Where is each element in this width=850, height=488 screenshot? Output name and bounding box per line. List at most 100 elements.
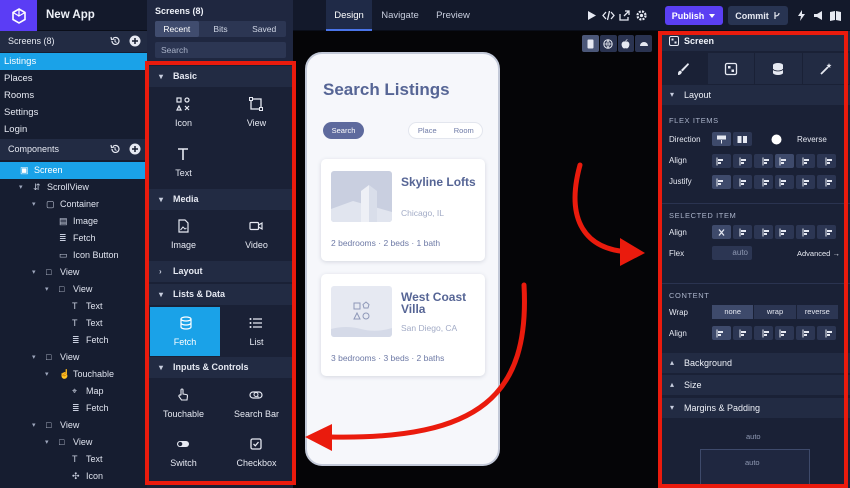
tree-node[interactable]: ≣ Fetch (0, 400, 147, 417)
chevron-down-icon[interactable]: ▾ (45, 281, 49, 298)
justify-content-option-6[interactable] (817, 175, 836, 189)
chevron-down-icon[interactable]: ▾ (32, 349, 36, 366)
tree-node[interactable]: ▾ □ View (0, 281, 147, 298)
tree-node[interactable]: T Text (0, 315, 147, 332)
tab-config[interactable] (707, 53, 755, 84)
section-layout-header[interactable]: ▾ Layout (660, 85, 850, 105)
section-lists-data[interactable]: ▾ Lists & Data (147, 284, 293, 305)
palette-search-input[interactable]: Search (155, 42, 286, 58)
palette-item-search-bar[interactable]: Search Bar (220, 379, 293, 428)
ios-device-button[interactable] (617, 35, 635, 52)
align-items-option-2[interactable] (733, 154, 752, 168)
add-component-icon[interactable] (129, 143, 141, 155)
chevron-down-icon[interactable]: ▾ (32, 417, 36, 434)
listing-card[interactable]: West Coast Villa San Diego, CA 3 bedroom… (321, 274, 485, 376)
android-device-button[interactable] (635, 35, 652, 52)
align-content-option-3[interactable] (754, 326, 773, 340)
tree-node[interactable]: ▤ Image (0, 213, 147, 230)
tab-navigate[interactable]: Navigate (374, 0, 426, 31)
tree-node[interactable]: ≣ Fetch (0, 230, 147, 247)
reverse-toggle[interactable] (771, 134, 782, 145)
lightning-icon[interactable] (795, 9, 808, 22)
section-media[interactable]: ▾ Media (147, 189, 293, 210)
align-items-option-4[interactable] (775, 154, 794, 168)
justify-content-option-5[interactable] (796, 175, 815, 189)
section-margins-header[interactable]: ▾ Margins & Padding (660, 398, 850, 418)
align-content-option-5[interactable] (796, 326, 815, 340)
tree-node[interactable]: ⌖ Map (0, 383, 147, 400)
section-basic[interactable]: ▾ Basic (147, 66, 293, 87)
publish-button[interactable]: Publish (665, 6, 723, 25)
section-background-header[interactable]: ▴ Background (660, 353, 850, 373)
align-items-option-6[interactable] (817, 154, 836, 168)
tree-node[interactable]: ▾ □ View (0, 417, 147, 434)
padding-top-value[interactable]: auto (745, 458, 760, 467)
align-items-option-1[interactable] (712, 154, 731, 168)
align-items-option-5[interactable] (796, 154, 815, 168)
tree-node[interactable]: T Text (0, 298, 147, 315)
palette-item-video[interactable]: Video (220, 210, 293, 259)
tree-node[interactable]: ▾ ☝ Touchable (0, 366, 147, 383)
code-icon[interactable] (602, 9, 615, 22)
screen-item-rooms[interactable]: Rooms (0, 87, 147, 104)
align-self-option-6[interactable] (817, 225, 836, 239)
tree-node[interactable]: ✣ Icon (0, 468, 147, 485)
tree-node[interactable]: ▭ Icon Button (0, 247, 147, 264)
tree-node[interactable]: T Text (0, 451, 147, 468)
chevron-down-icon[interactable]: ▾ (32, 264, 36, 281)
palette-item-view[interactable]: View (220, 88, 293, 137)
align-content-option-1[interactable] (712, 326, 731, 340)
align-self-option-4[interactable] (775, 225, 794, 239)
tree-node[interactable]: ▾ □ View (0, 264, 147, 281)
justify-content-option-3[interactable] (754, 175, 773, 189)
palette-item-list[interactable]: List (220, 307, 293, 356)
phone-device-button[interactable] (582, 35, 599, 52)
align-self-option-3[interactable] (754, 225, 773, 239)
palette-item-checkbox[interactable]: Checkbox (220, 428, 293, 477)
align-self-option-5[interactable] (796, 225, 815, 239)
wrap-wrap[interactable]: wrap (754, 305, 796, 319)
align-self-option-2[interactable] (733, 225, 752, 239)
direction-column-button[interactable] (712, 132, 731, 146)
add-screen-icon[interactable] (129, 35, 141, 47)
flex-input[interactable]: auto (712, 246, 752, 260)
align-items-option-3[interactable] (754, 154, 773, 168)
wrap-reverse[interactable]: reverse (796, 305, 838, 319)
section-layout[interactable]: › Layout (147, 261, 293, 282)
listing-card[interactable]: Skyline Lofts Chicago, IL 2 bedrooms · 2… (321, 159, 485, 261)
tab-recent[interactable]: Recent (155, 21, 199, 37)
align-content-option-4[interactable] (775, 326, 794, 340)
align-self-option-1[interactable] (712, 225, 731, 239)
toggle-place[interactable]: Place (409, 123, 446, 138)
palette-item-image[interactable]: Image (147, 210, 220, 259)
screen-item-listings[interactable]: Listings (0, 53, 147, 70)
tree-node[interactable]: ▣ Screen (0, 162, 147, 179)
play-icon[interactable] (585, 9, 598, 22)
screen-item-settings[interactable]: Settings (0, 104, 147, 121)
app-logo-icon[interactable] (0, 0, 37, 31)
palette-item-text[interactable]: Text (147, 138, 220, 187)
tab-bits[interactable]: Bits (199, 21, 243, 37)
palette-item-switch[interactable]: Switch (147, 428, 220, 477)
chevron-down-icon[interactable]: ▾ (32, 196, 36, 213)
chevron-down-icon[interactable]: ▾ (45, 434, 49, 451)
tab-design[interactable]: Design (326, 0, 372, 31)
margin-top-value[interactable]: auto (746, 432, 761, 441)
tree-node[interactable]: ▾ □ View (0, 434, 147, 451)
history-icon[interactable] (109, 35, 121, 47)
direction-row-button[interactable] (733, 132, 752, 146)
chevron-down-icon[interactable]: ▾ (45, 366, 49, 383)
advanced-link[interactable]: Advanced → (797, 249, 840, 258)
align-content-option-2[interactable] (733, 326, 752, 340)
palette-item-touchable[interactable]: Touchable (147, 379, 220, 428)
tab-interactions[interactable] (802, 53, 850, 84)
screen-item-login[interactable]: Login (0, 121, 147, 138)
book-icon[interactable] (829, 9, 842, 22)
web-device-button[interactable] (599, 35, 617, 52)
toggle-room[interactable]: Room (446, 123, 483, 138)
justify-content-option-4[interactable] (775, 175, 794, 189)
megaphone-icon[interactable] (812, 9, 825, 22)
tree-node[interactable]: ▾ □ View (0, 349, 147, 366)
tree-node[interactable]: ▾ ⇵ ScrollView (0, 179, 147, 196)
section-inputs-controls[interactable]: ▾ Inputs & Controls (147, 357, 293, 378)
